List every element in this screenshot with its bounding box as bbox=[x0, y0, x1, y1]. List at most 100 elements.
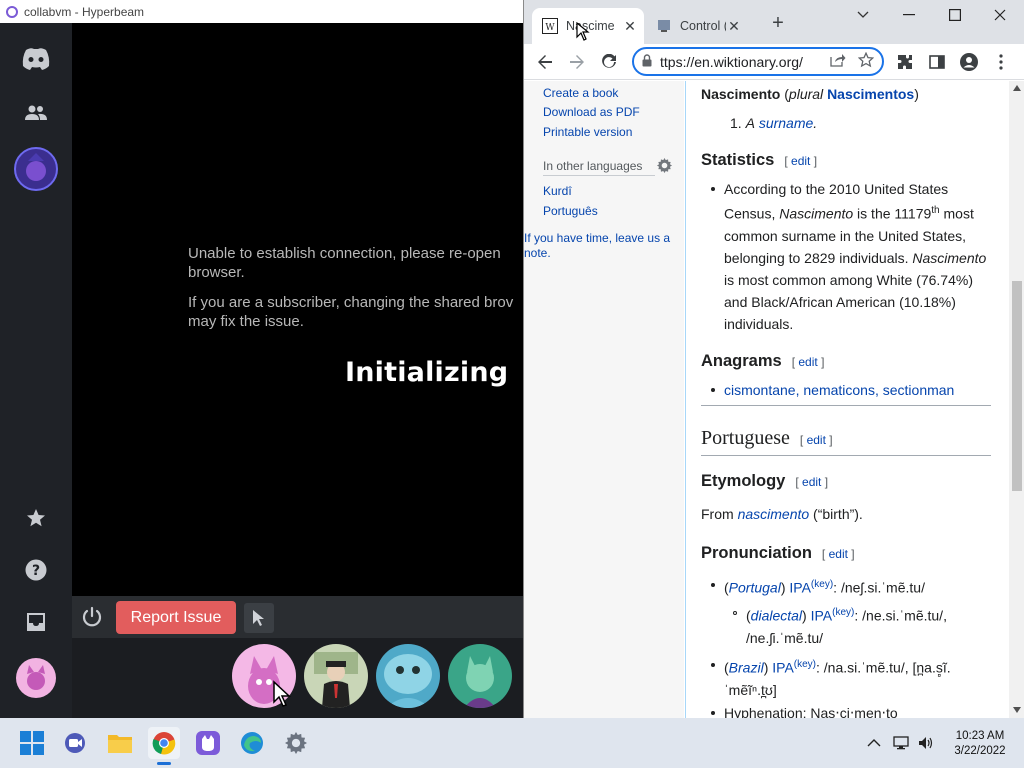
help-icon[interactable]: ? bbox=[14, 548, 58, 592]
ipa-key-link[interactable]: (key) bbox=[794, 659, 816, 670]
report-issue-button[interactable]: Report Issue bbox=[116, 601, 236, 634]
suit-character-avatar[interactable] bbox=[304, 644, 368, 708]
statistics-heading-text: Statistics bbox=[701, 151, 775, 169]
back-icon[interactable] bbox=[534, 51, 556, 73]
edit-anagrams-link[interactable]: [ edit ] bbox=[792, 355, 825, 369]
network-icon[interactable] bbox=[893, 735, 909, 751]
star-icon[interactable] bbox=[14, 496, 58, 540]
stats-text-part: is the 11179 bbox=[853, 205, 932, 222]
stats-text-part: Census, bbox=[724, 205, 780, 222]
ipa-link[interactable]: IPA bbox=[772, 660, 794, 676]
share-icon[interactable] bbox=[830, 53, 846, 70]
edit-portuguese-link[interactable]: [ edit ] bbox=[800, 433, 833, 447]
user-avatar[interactable] bbox=[14, 656, 58, 700]
anagrams-heading-text: Anagrams bbox=[701, 352, 782, 370]
definition-number: 1. bbox=[730, 115, 742, 131]
error-line-2: If you are a subscriber, changing the sh… bbox=[188, 294, 514, 311]
lock-icon bbox=[642, 53, 652, 70]
plural-link[interactable]: Nascimentos bbox=[827, 86, 914, 102]
system-clock[interactable]: 10:23 AM 3/22/2022 bbox=[944, 729, 1016, 759]
cursor-icon[interactable] bbox=[244, 603, 274, 633]
svg-text:?: ? bbox=[32, 563, 40, 579]
printable-version-link[interactable]: Printable version bbox=[543, 125, 632, 139]
chevron-down-icon[interactable] bbox=[851, 4, 875, 26]
browser-toolbar: ttps://en.wiktionary.org/ bbox=[524, 44, 1024, 80]
address-bar[interactable]: ttps://en.wiktionary.org/ bbox=[632, 47, 884, 76]
windows-taskbar: 10:23 AM 3/22/2022 bbox=[0, 718, 1024, 768]
leave-note-link[interactable]: If you have time, leave us a note. bbox=[524, 231, 684, 261]
portuguese-heading: Portuguese [ edit ] bbox=[701, 427, 833, 451]
menu-dots-icon[interactable] bbox=[990, 51, 1012, 73]
windows-start-icon[interactable] bbox=[16, 727, 48, 759]
ipa-link[interactable]: IPA bbox=[789, 580, 811, 596]
language-link-kurdi[interactable]: Kurdî bbox=[543, 184, 572, 198]
tab-control[interactable]: Control ( ✕ bbox=[648, 8, 748, 44]
ipa-key-link[interactable]: (key) bbox=[811, 579, 833, 590]
edit-etymology-link[interactable]: [ edit ] bbox=[795, 475, 828, 489]
profile-icon[interactable] bbox=[958, 51, 980, 73]
edge-icon[interactable] bbox=[236, 727, 268, 759]
statistics-text: According to the 2010 United States Cens… bbox=[724, 178, 1004, 335]
statistics-heading: Statistics [ edit ] bbox=[701, 149, 817, 172]
region-link[interactable]: Brazil bbox=[729, 660, 764, 676]
error-line-1b: browser. bbox=[188, 264, 245, 281]
ipa-link[interactable]: IPA bbox=[811, 608, 833, 624]
forward-icon[interactable] bbox=[566, 51, 588, 73]
scroll-down-icon[interactable] bbox=[1013, 707, 1021, 713]
chevron-up-icon[interactable] bbox=[866, 735, 882, 751]
definition-1: 1. A surname. bbox=[730, 115, 818, 131]
people-icon[interactable] bbox=[14, 91, 58, 135]
scroll-up-icon[interactable] bbox=[1013, 85, 1021, 91]
etymology-heading-text: Etymology bbox=[701, 472, 786, 490]
language-link-portugues[interactable]: Português bbox=[543, 204, 598, 218]
bookmark-star-icon[interactable] bbox=[857, 51, 875, 71]
close-tab-icon[interactable]: ✕ bbox=[622, 18, 638, 35]
edit-label: edit bbox=[806, 433, 826, 447]
settings-icon[interactable] bbox=[280, 727, 312, 759]
stats-text-part: Nascimento bbox=[912, 249, 987, 266]
new-tab-icon[interactable]: + bbox=[768, 13, 788, 33]
hyperbeam-app-icon bbox=[6, 5, 18, 18]
close-tab-icon[interactable]: ✕ bbox=[726, 18, 742, 35]
error-line-2b: may fix the issue. bbox=[188, 313, 304, 330]
edit-label: edit bbox=[791, 154, 811, 168]
side-panel-icon[interactable] bbox=[926, 51, 948, 73]
wiki-content: Nascimento (plural Nascimentos) 1. A sur… bbox=[685, 81, 1009, 718]
region-link[interactable]: Portugal bbox=[729, 580, 781, 596]
extensions-icon[interactable] bbox=[894, 51, 916, 73]
wiktionary-page: Create a book Download as PDF Printable … bbox=[524, 81, 1009, 718]
chrome-icon[interactable] bbox=[148, 727, 180, 765]
edit-pronunciation-link[interactable]: [ edit ] bbox=[822, 547, 855, 561]
gear-icon[interactable] bbox=[657, 158, 672, 173]
definition-a: A bbox=[745, 115, 755, 131]
mouse-pointer bbox=[273, 680, 291, 707]
volume-icon[interactable] bbox=[918, 735, 934, 751]
download-pdf-link[interactable]: Download as PDF bbox=[543, 105, 640, 119]
pronunciation-brazil: (Brazil) IPA(key): /na.si.ˈmẽ.tu/, [n̪a.… bbox=[724, 659, 951, 698]
anagrams-links[interactable]: cismontane, nematicons, sectionman bbox=[724, 379, 954, 401]
hyperbeam-viewport[interactable]: Unable to establish connection, please r… bbox=[72, 23, 523, 596]
surname-link[interactable]: surname bbox=[759, 115, 813, 131]
green-cat-avatar[interactable] bbox=[448, 644, 512, 708]
reload-icon[interactable] bbox=[598, 51, 620, 73]
power-icon[interactable] bbox=[80, 605, 104, 629]
region-link[interactable]: dialectal bbox=[751, 608, 802, 624]
edit-statistics-link[interactable]: [ edit ] bbox=[784, 154, 817, 168]
stats-line: common surname in the United States, bbox=[724, 227, 967, 244]
file-explorer-icon[interactable] bbox=[104, 727, 136, 759]
blue-blob-avatar[interactable] bbox=[376, 644, 440, 708]
create-book-link[interactable]: Create a book bbox=[543, 86, 618, 100]
maximize-icon[interactable] bbox=[943, 4, 967, 26]
discord-icon[interactable] bbox=[14, 37, 58, 81]
room-avatar[interactable] bbox=[14, 147, 58, 191]
scroll-thumb[interactable] bbox=[1012, 281, 1022, 491]
inbox-icon[interactable] bbox=[14, 600, 58, 644]
hyperbeam-icon[interactable] bbox=[192, 727, 224, 759]
page-scrollbar[interactable] bbox=[1009, 81, 1024, 718]
etymology-link[interactable]: nascimento bbox=[738, 506, 810, 522]
minimize-icon[interactable] bbox=[897, 4, 921, 26]
close-icon[interactable] bbox=[988, 4, 1012, 26]
ipa-key-link[interactable]: (key) bbox=[832, 607, 854, 618]
meet-icon[interactable] bbox=[60, 727, 92, 759]
mouse-pointer bbox=[576, 22, 590, 41]
